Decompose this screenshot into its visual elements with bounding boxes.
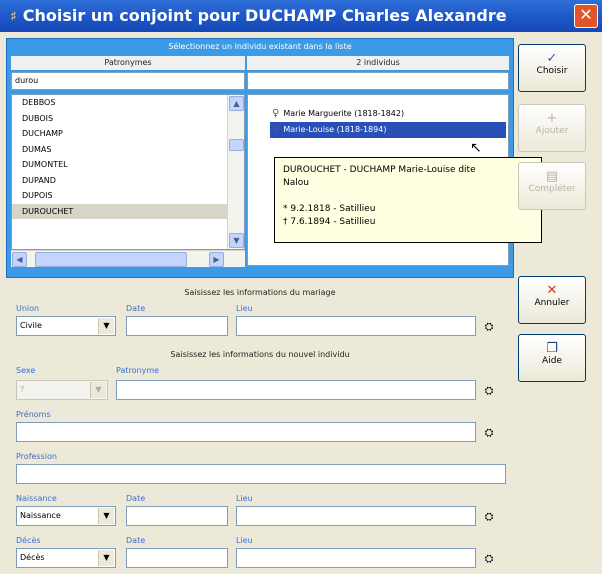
deces-value: Décès xyxy=(20,553,45,562)
scroll-up-icon[interactable]: ▲ xyxy=(229,96,244,111)
binoculars-icon[interactable]: ⛭ xyxy=(482,552,496,566)
prenoms-input[interactable] xyxy=(16,422,476,442)
choisir-button[interactable]: ✓ Choisir xyxy=(518,44,586,92)
union-value: Civile xyxy=(20,321,42,330)
patronyme-list-item[interactable]: DUMONTEL xyxy=(12,157,244,173)
patronyme-list-item[interactable]: DUCHAMP xyxy=(12,126,244,142)
union-label: Union xyxy=(16,304,40,313)
profession-label: Profession xyxy=(16,452,57,461)
deces-date-input[interactable] xyxy=(126,548,228,568)
naissance-date-label: Date xyxy=(126,494,146,503)
scroll-thumb[interactable] xyxy=(229,139,244,151)
naissance-select[interactable]: Naissance ▼ xyxy=(16,506,116,526)
naissance-date-input[interactable] xyxy=(126,506,228,526)
form-icon: ▤ xyxy=(545,169,559,184)
naissance-value: Naissance xyxy=(20,511,61,520)
close-icon: ✕ xyxy=(546,283,558,298)
mariage-date-label: Date xyxy=(126,304,146,313)
annuler-button[interactable]: ✕ Annuler xyxy=(518,276,586,324)
chevron-down-icon[interactable]: ▼ xyxy=(98,318,114,334)
binoculars-icon[interactable]: ⛭ xyxy=(482,384,496,398)
mouse-cursor-icon: ↖ xyxy=(470,140,482,156)
tooltip-line: † 7.6.1894 - Satillieu xyxy=(283,217,376,227)
deces-lieu-input[interactable] xyxy=(236,548,476,568)
checkmark-icon: ✓ xyxy=(546,51,558,66)
patronymes-list[interactable]: DEBBOS DUBOIS DUCHAMP DUMAS DUMONTEL DUPAND DU… xyxy=(11,94,245,250)
patronyme-label: Patronyme xyxy=(116,366,160,375)
deces-label: Décès xyxy=(16,536,41,545)
choisir-label: Choisir xyxy=(536,66,568,76)
mariage-date-input[interactable] xyxy=(126,316,228,336)
tooltip-line: * 9.2.1818 - Satillieu xyxy=(283,204,376,214)
patronyme-input[interactable] xyxy=(116,380,476,400)
aide-label: Aide xyxy=(542,356,562,366)
tooltip-line: Nalou xyxy=(283,178,309,188)
mariage-lieu-input[interactable] xyxy=(236,316,476,336)
chevron-down-icon[interactable]: ▼ xyxy=(98,550,114,566)
selection-header: Sélectionnez un individu existant dans l… xyxy=(168,42,352,51)
aide-button[interactable]: ❐ Aide xyxy=(518,334,586,382)
search-names-icon[interactable]: ⛭ xyxy=(482,426,496,440)
deces-date-label: Date xyxy=(126,536,146,545)
patronyme-list-item[interactable]: DEBBOS xyxy=(12,95,244,111)
patronyme-list-item[interactable]: DUPAND xyxy=(12,173,244,189)
patronyme-list-item[interactable]: DUROUCHET xyxy=(12,203,244,219)
individu-filter-input[interactable] xyxy=(247,72,509,90)
mariage-section-title: Saisissez les informations du mariage xyxy=(184,288,336,297)
naissance-lieu-input[interactable] xyxy=(236,506,476,526)
completer-label: Compléter xyxy=(528,184,576,194)
patronyme-list-item[interactable]: DUMAS xyxy=(12,142,244,158)
patronyme-list-item[interactable]: DUBOIS xyxy=(12,111,244,127)
close-button[interactable]: ✕ xyxy=(574,4,598,28)
female-icon: ♀ xyxy=(272,108,280,119)
profession-input[interactable] xyxy=(16,464,506,484)
binoculars-icon[interactable]: ⛭ xyxy=(482,510,496,524)
scroll-left-icon[interactable]: ◀ xyxy=(12,252,27,267)
sexe-select[interactable]: ? ▼ xyxy=(16,380,108,400)
individu-name: Marie Marguerite (1818-1842) xyxy=(283,109,405,118)
individu-list-item[interactable]: ♀ Marie Marguerite (1818-1842) xyxy=(270,106,506,122)
deces-lieu-label: Lieu xyxy=(236,536,253,545)
individu-name: Marie-Louise (1818-1894) xyxy=(283,125,387,134)
app-icon: ♯ xyxy=(10,9,17,25)
chevron-down-icon[interactable]: ▼ xyxy=(90,382,106,398)
patronyme-filter-input[interactable]: durou xyxy=(11,72,245,90)
plus-icon: + xyxy=(546,111,558,126)
individu-tooltip: DUROUCHET - DUCHAMP Marie-Louise dite Na… xyxy=(274,157,542,243)
prenoms-label: Prénoms xyxy=(16,410,51,419)
help-icon: ❐ xyxy=(546,341,558,356)
scroll-down-icon[interactable]: ▼ xyxy=(229,233,244,248)
individus-header: 2 individus xyxy=(247,56,509,70)
female-icon: ♀ xyxy=(272,124,280,135)
hscroll-thumb[interactable] xyxy=(35,252,187,267)
patronymes-header: Patronymes xyxy=(11,56,245,70)
annuler-label: Annuler xyxy=(534,298,570,308)
mariage-lieu-label: Lieu xyxy=(236,304,253,313)
sexe-label: Sexe xyxy=(16,366,36,375)
tooltip-line: DUROUCHET - DUCHAMP Marie-Louise dite xyxy=(283,165,476,175)
chevron-down-icon[interactable]: ▼ xyxy=(98,508,114,524)
binoculars-icon[interactable]: ⛭ xyxy=(482,320,496,334)
title-bar: ♯ Choisir un conjoint pour DUCHAMP Charle… xyxy=(0,0,602,32)
completer-button[interactable]: ▤ Compléter xyxy=(518,162,586,210)
nouvel-section-title: Saisissez les informations du nouvel ind… xyxy=(170,350,350,359)
window-title: Choisir un conjoint pour DUCHAMP Charles… xyxy=(22,6,507,25)
patronymes-scrollbar[interactable]: ▲ ▼ xyxy=(227,95,244,249)
scroll-right-icon[interactable]: ▶ xyxy=(209,252,224,267)
union-select[interactable]: Civile ▼ xyxy=(16,316,116,336)
deces-select[interactable]: Décès ▼ xyxy=(16,548,116,568)
patronyme-list-item[interactable]: DUPOIS xyxy=(12,188,244,204)
patronymes-hscrollbar[interactable]: ◀ ▶ xyxy=(11,250,245,267)
naissance-label: Naissance xyxy=(16,494,57,503)
ajouter-label: Ajouter xyxy=(535,126,569,136)
sexe-value: ? xyxy=(20,385,25,394)
ajouter-button[interactable]: + Ajouter xyxy=(518,104,586,152)
individu-list-item[interactable]: ♀ Marie-Louise (1818-1894) xyxy=(270,122,506,138)
naissance-lieu-label: Lieu xyxy=(236,494,253,503)
